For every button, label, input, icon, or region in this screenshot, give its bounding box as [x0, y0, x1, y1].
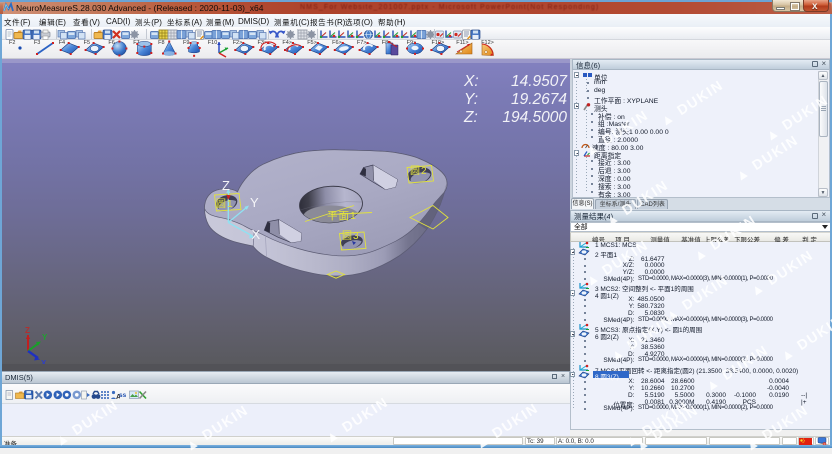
- svg-text:X: X: [252, 227, 261, 242]
- svg-text:平面1: 平面1: [327, 210, 357, 222]
- svg-text:Z: Z: [222, 178, 230, 193]
- svg-text:Y: Y: [42, 333, 48, 342]
- svg-text:圆2: 圆2: [410, 165, 428, 177]
- svg-text:圆1: 圆1: [216, 198, 234, 210]
- svg-text:Y: Y: [250, 195, 259, 210]
- svg-text:Z: Z: [25, 326, 30, 335]
- svg-text:圆3: 圆3: [342, 230, 360, 242]
